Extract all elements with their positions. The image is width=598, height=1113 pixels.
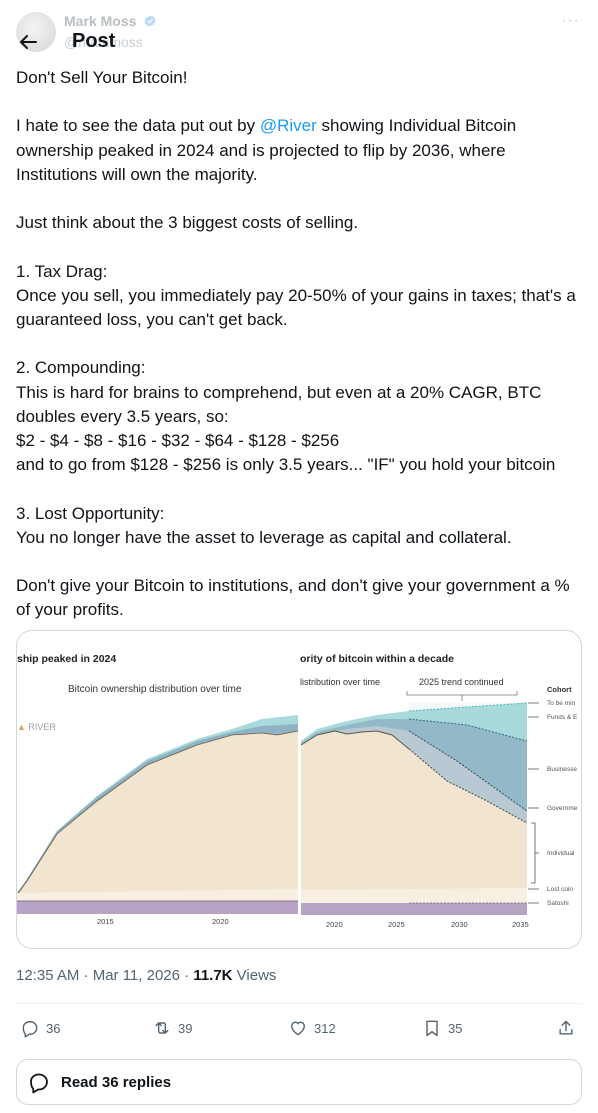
like-count: 312 — [314, 1020, 336, 1036]
legend-item: Governme — [547, 805, 578, 812]
tick-label: 2020 — [326, 920, 343, 929]
tick-label: 2025 — [388, 920, 405, 929]
like-button[interactable]: 312 — [288, 1008, 336, 1048]
post-line: and to go from $128 - $256 is only 3.5 y… — [16, 455, 556, 475]
action-bar: 36 39 312 35 — [16, 1008, 582, 1048]
chat-bubble-icon — [30, 1073, 48, 1094]
post-line: Don't Sell Your Bitcoin! — [16, 68, 188, 87]
legend-item: To be min — [547, 700, 576, 707]
back-arrow-icon[interactable] — [14, 28, 42, 56]
verified-badge-icon — [144, 15, 156, 27]
post-body: Don't Sell Your Bitcoin! I hate to see t… — [16, 66, 582, 623]
reply-button[interactable]: 36 — [20, 1008, 60, 1048]
repost-icon — [155, 1022, 169, 1034]
post-line: Just think about the 3 biggest costs of … — [16, 213, 359, 233]
share-icon — [559, 1020, 573, 1035]
repost-count: 39 — [178, 1020, 193, 1036]
left-area-satoshi — [17, 901, 298, 914]
post-line: 1. Tax Drag: — [16, 261, 108, 281]
trend-label: 2025 trend continued — [419, 677, 504, 687]
bookmark-count: 35 — [448, 1020, 463, 1036]
legend-item: Funds & E — [547, 714, 578, 721]
legend-item: Lost coin — [547, 886, 573, 893]
post-line: Don't give your Bitcoin to institutions,… — [16, 576, 570, 620]
tick-label: 2020 — [212, 917, 229, 926]
right-chart-subtitle: listribution over time — [300, 677, 380, 687]
tick-label: 2030 — [451, 920, 468, 929]
post-header: Mark Moss @markmoss Post ··· — [0, 0, 598, 60]
post-line: You no longer have the asset to leverage… — [16, 527, 512, 547]
views-label: Views — [232, 967, 277, 984]
legend-item: Satoshi — [547, 900, 569, 907]
post-meta: 12:35 AM · Mar 11, 2026 · 11.7K Views — [16, 967, 276, 984]
bookmark-button[interactable]: 35 — [422, 1008, 462, 1048]
right-area-lost — [301, 888, 527, 903]
legend-item: Individual — [547, 850, 575, 857]
share-button[interactable] — [556, 1008, 582, 1048]
right-chart-title: ority of bitcoin within a decade — [300, 653, 454, 665]
mention-link[interactable]: @River — [260, 116, 317, 135]
tick-label: 2015 — [97, 917, 114, 926]
read-replies-label: Read 36 replies — [61, 1073, 172, 1091]
left-chart-subtitle: Bitcoin ownership distribution over time — [68, 684, 242, 695]
bookmark-icon — [426, 1020, 438, 1037]
right-chart-panel: ority of bitcoin within a decade listrib… — [300, 653, 578, 929]
post-line: 3. Lost Opportunity: — [16, 503, 165, 523]
river-watermark: ▲ RIVER — [17, 722, 56, 732]
right-area-satoshi — [301, 903, 527, 915]
legend-title: Cohort — [547, 685, 572, 694]
tick-label: 2035 — [512, 920, 529, 929]
river-logo-icon: ▲ — [17, 722, 28, 732]
post-line: This is hard for brains to comprehend, b… — [16, 382, 542, 426]
reply-icon — [22, 1021, 38, 1038]
post-paragraph: I hate to see the data put out by @River… — [16, 116, 517, 184]
legend-item: Businesse — [547, 766, 577, 773]
post-line: 2. Compounding: — [16, 358, 146, 378]
repost-button[interactable]: 39 — [152, 1008, 192, 1048]
left-chart-panel: ship peaked in 2024 Bitcoin ownership di… — [17, 653, 299, 926]
more-options-icon[interactable]: ··· — [561, 12, 580, 30]
post-line: Once you sell, you immediately pay 20-50… — [16, 285, 576, 329]
read-replies-button[interactable]: Read 36 replies — [16, 1059, 582, 1105]
post-line: $2 - $4 - $8 - $16 - $32 - $64 - $128 - … — [16, 430, 340, 450]
post-media-image[interactable]: ship peaked in 2024 Bitcoin ownership di… — [16, 630, 582, 949]
divider — [16, 1003, 582, 1004]
left-chart-title: ship peaked in 2024 — [17, 653, 116, 665]
views-count: 11.7K — [193, 967, 233, 984]
heart-icon — [291, 1021, 305, 1036]
post-timestamp[interactable]: 12:35 AM · Mar 11, 2026 · — [16, 967, 193, 984]
author-name[interactable]: Mark Moss — [64, 13, 157, 29]
page-title: Post — [72, 30, 116, 52]
reply-count: 36 — [46, 1020, 61, 1036]
